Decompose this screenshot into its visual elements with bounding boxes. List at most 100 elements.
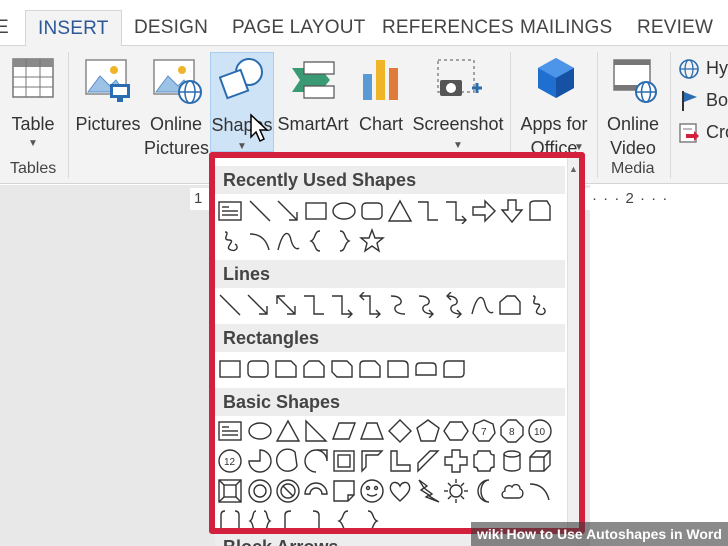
shapes-button[interactable]: Shapes ▼: [210, 52, 274, 152]
isosceles-triangle-shape-icon[interactable]: [275, 418, 301, 444]
snip-diagonal-corner-rectangle-shape-icon[interactable]: [329, 356, 355, 382]
snip-same-side-corner-rectangle-shape-icon[interactable]: [301, 356, 327, 382]
block-arc-shape-icon[interactable]: [303, 478, 329, 504]
cross-shape-icon[interactable]: [443, 448, 469, 474]
frame-shape-icon[interactable]: [331, 448, 357, 474]
line-shape-icon[interactable]: [217, 292, 243, 318]
elbow-connector-shape-icon[interactable]: [301, 292, 327, 318]
smiley-face-shape-icon[interactable]: [359, 478, 385, 504]
round-diagonal-corner-rectangle-shape-icon[interactable]: [441, 356, 467, 382]
no-symbol-shape-icon[interactable]: [275, 478, 301, 504]
oval-shape-icon[interactable]: [247, 418, 273, 444]
down-arrow-shape-icon[interactable]: [499, 198, 525, 224]
snip-and-round-rectangle-shape-icon[interactable]: [357, 356, 383, 382]
chord-shape-icon[interactable]: [275, 448, 301, 474]
arc-shape-icon[interactable]: [527, 478, 553, 504]
line-shape-icon[interactable]: [247, 198, 273, 224]
right-triangle-shape-icon[interactable]: [303, 418, 329, 444]
arrow-line-shape-icon[interactable]: [275, 198, 301, 224]
cross-reference-button[interactable]: Cro: [676, 120, 728, 146]
right-bracket-shape-icon[interactable]: [303, 508, 329, 534]
curve-shape-icon[interactable]: [275, 228, 301, 254]
scroll-up-arrow-icon[interactable]: ▲: [569, 164, 578, 174]
apps-for-office-button[interactable]: Apps for Office ▼: [514, 52, 594, 158]
cloud-shape-icon[interactable]: [499, 478, 525, 504]
arc-shape-icon[interactable]: [247, 228, 273, 254]
tab-references[interactable]: REFERENCES: [382, 10, 514, 46]
tab-design[interactable]: DESIGN: [134, 10, 208, 46]
tab-file[interactable]: E: [0, 10, 9, 46]
heptagon-shape-icon[interactable]: 7: [471, 418, 497, 444]
left-brace-shape-icon[interactable]: [331, 508, 357, 534]
left-brace-shape-icon[interactable]: [303, 228, 329, 254]
text-box-shape-icon[interactable]: [217, 418, 243, 444]
document-page[interactable]: [590, 185, 728, 546]
chart-button[interactable]: Chart: [352, 52, 410, 152]
half-frame-shape-icon[interactable]: [359, 448, 385, 474]
pictures-button[interactable]: Pictures: [74, 52, 142, 152]
elbow-arrow-connector-shape-icon[interactable]: [329, 292, 355, 318]
curved-double-arrow-connector-shape-icon[interactable]: [441, 292, 467, 318]
curved-connector-shape-icon[interactable]: [385, 292, 411, 318]
cube-shape-icon[interactable]: [527, 448, 553, 474]
smartart-button[interactable]: SmartArt: [276, 52, 350, 152]
l-shape-icon[interactable]: [387, 448, 413, 474]
rectangle-shape-icon[interactable]: [303, 198, 329, 224]
hexagon-shape-icon[interactable]: [443, 418, 469, 444]
curved-arrow-connector-shape-icon[interactable]: [413, 292, 439, 318]
dodecagon-shape-icon[interactable]: 12: [217, 448, 243, 474]
tab-review[interactable]: REVIEW: [637, 10, 713, 46]
online-pictures-button[interactable]: Online Pictures: [144, 52, 209, 158]
hyperlink-button[interactable]: Hy: [676, 56, 728, 82]
donut-shape-icon[interactable]: [247, 478, 273, 504]
shapes-gallery-dropdown[interactable]: Recently Used Shapes Lines Rectangles Ba…: [209, 152, 585, 534]
tab-page-layout[interactable]: PAGE LAYOUT: [232, 10, 365, 46]
curve-shape-icon[interactable]: [469, 292, 495, 318]
table-button[interactable]: Table ▼: [4, 52, 62, 152]
sun-shape-icon[interactable]: [443, 478, 469, 504]
right-arrow-shape-icon[interactable]: [471, 198, 497, 224]
freeform-shape-icon[interactable]: [497, 292, 523, 318]
left-bracket-shape-icon[interactable]: [275, 508, 301, 534]
text-box-shape-icon[interactable]: [217, 198, 243, 224]
folded-corner-shape-icon[interactable]: [331, 478, 357, 504]
round-same-side-corner-rectangle-shape-icon[interactable]: [413, 356, 439, 382]
freeform-scribble-shape-icon[interactable]: [525, 292, 551, 318]
tab-insert[interactable]: INSERT: [25, 10, 122, 47]
freeform-scribble-shape-icon[interactable]: [217, 228, 243, 254]
teardrop-shape-icon[interactable]: [303, 448, 329, 474]
double-brace-shape-icon[interactable]: [247, 508, 273, 534]
triangle-shape-icon[interactable]: [387, 198, 413, 224]
tab-mailings[interactable]: MAILINGS: [520, 10, 612, 46]
right-brace-shape-icon[interactable]: [331, 228, 357, 254]
right-brace-shape-icon[interactable]: [359, 508, 385, 534]
heart-shape-icon[interactable]: [387, 478, 413, 504]
double-bracket-shape-icon[interactable]: [217, 508, 243, 534]
snip-rectangle-shape-icon[interactable]: [527, 198, 553, 224]
screenshot-button[interactable]: Screenshot ▼: [412, 52, 504, 152]
rounded-rectangle-shape-icon[interactable]: [359, 198, 385, 224]
bookmark-button[interactable]: Bo: [676, 88, 728, 114]
lightning-bolt-shape-icon[interactable]: [415, 478, 441, 504]
rectangle-shape-icon[interactable]: [217, 356, 243, 382]
online-video-button[interactable]: Online Video: [600, 52, 666, 158]
star-shape-icon[interactable]: [359, 228, 385, 254]
elbow-double-arrow-connector-shape-icon[interactable]: [357, 292, 383, 318]
elbow-arrow-connector-shape-icon[interactable]: [443, 198, 469, 224]
pie-shape-icon[interactable]: [247, 448, 273, 474]
trapezoid-shape-icon[interactable]: [359, 418, 385, 444]
diamond-shape-icon[interactable]: [387, 418, 413, 444]
oval-shape-icon[interactable]: [331, 198, 357, 224]
can-shape-icon[interactable]: [499, 448, 525, 474]
rounded-rectangle-shape-icon[interactable]: [245, 356, 271, 382]
pentagon-shape-icon[interactable]: [415, 418, 441, 444]
decagon-shape-icon[interactable]: 10: [527, 418, 553, 444]
double-arrow-line-shape-icon[interactable]: [273, 292, 299, 318]
bevel-shape-icon[interactable]: [217, 478, 243, 504]
gallery-scrollbar[interactable]: [567, 158, 579, 528]
elbow-connector-shape-icon[interactable]: [415, 198, 441, 224]
octagon-shape-icon[interactable]: 8: [499, 418, 525, 444]
diagonal-stripe-shape-icon[interactable]: [415, 448, 441, 474]
plaque-shape-icon[interactable]: [471, 448, 497, 474]
moon-shape-icon[interactable]: [471, 478, 497, 504]
